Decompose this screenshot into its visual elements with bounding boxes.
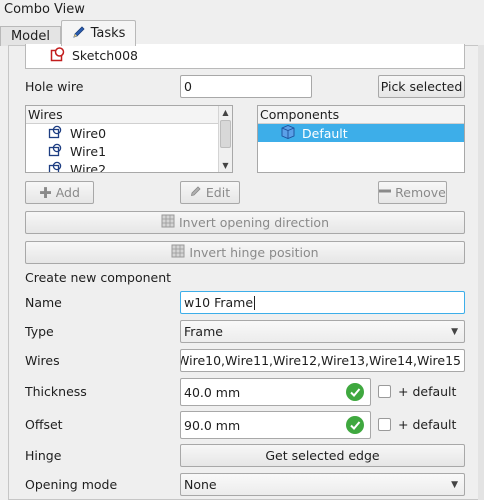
wires-label: Wires [25,353,60,368]
chevron-down-icon: ▼ [451,326,458,337]
invert-hinge-label: Invert hinge position [189,245,319,260]
thickness-input[interactable]: 40.0 mm [180,378,371,406]
thickness-default-checkbox[interactable] [378,385,391,398]
components-header: Components [258,106,464,124]
type-label: Type [25,324,54,339]
tab-model-label: Model [10,29,51,44]
wires-list[interactable]: Wires Wire0 Wire1 Wire2 ▲ ▼ [25,105,233,173]
add-button[interactable]: ✚ Add [25,181,94,204]
offset-label: Offset [25,417,63,432]
list-item[interactable]: Wire2 [26,160,232,173]
opening-mode-value: None [184,477,217,492]
thickness-label: Thickness [25,384,87,399]
wire-label: Wire2 [70,161,107,173]
tab-tasks-label: Tasks [90,26,126,41]
valid-check-icon [346,383,364,401]
wire-icon [48,143,64,160]
panel-scrollbar[interactable] [478,45,484,500]
scroll-up-icon[interactable]: ▲ [219,106,232,119]
wires-scrollbar[interactable]: ▲ ▼ [218,106,232,172]
wires-input[interactable]: 9,Wire10,Wire11,Wire12,Wire13,Wire14,Wir… [180,349,465,372]
sketch-list: Sketch008 [25,44,465,69]
type-select[interactable]: Frame ▼ [180,320,465,343]
chevron-down-icon: ▼ [451,479,458,490]
invert-hinge-button[interactable]: Invert hinge position [25,241,465,264]
invert-opening-label: Invert opening direction [179,215,329,230]
create-component-heading: Create new component [25,270,172,285]
minus-icon [379,185,392,200]
list-item[interactable]: Sketch008 [50,46,138,65]
scroll-thumb[interactable] [220,120,231,148]
opening-mode-select[interactable]: None ▼ [180,473,465,496]
list-item[interactable]: Default [258,124,464,142]
add-label: Add [55,185,80,200]
offset-default-label: + default [398,417,457,432]
grid-icon [161,214,175,231]
edit-button[interactable]: Edit [180,181,240,204]
tab-tasks[interactable]: Tasks [61,20,136,46]
text-cursor [254,295,256,310]
sketch-label: Sketch008 [72,48,138,63]
wire-label: Wire1 [70,143,107,159]
valid-check-icon [346,416,364,434]
opening-mode-label: Opening mode [25,477,118,492]
pick-selected-label: Pick selected [380,79,463,94]
sketch-icon [50,46,66,65]
type-value: Frame [184,324,223,339]
remove-label: Remove [395,185,446,200]
thickness-default-label: + default [398,384,457,399]
window-title: Combo View [4,2,85,17]
name-label: Name [25,295,62,310]
grid-icon [171,244,185,261]
hinge-label: Hinge [25,448,62,463]
hole-wire-input[interactable]: 0 [180,75,312,98]
hole-wire-label: Hole wire [25,79,84,94]
get-selected-edge-label: Get selected edge [265,448,380,463]
pencil-icon [72,25,86,43]
list-item[interactable]: Wire0 [26,124,232,142]
pick-selected-button[interactable]: Pick selected [378,75,465,98]
tab-model[interactable]: Model [0,26,61,46]
scroll-down-icon[interactable]: ▼ [219,159,232,172]
edit-label: Edit [205,185,231,200]
offset-input[interactable]: 90.0 mm [180,411,371,439]
plus-icon: ✚ [39,183,52,202]
remove-button[interactable]: Remove [378,181,447,204]
wire-label: Wire0 [70,125,107,141]
name-input[interactable]: w10 Frame [180,291,465,314]
get-selected-edge-button[interactable]: Get selected edge [180,444,465,467]
wire-icon [48,161,64,172]
components-list[interactable]: Components Default [257,105,465,173]
wires-header: Wires [26,106,232,124]
list-item[interactable]: Wire1 [26,142,232,160]
offset-default-checkbox[interactable] [378,418,391,431]
name-value: w10 Frame [184,295,254,310]
wire-icon [48,125,64,142]
invert-opening-button[interactable]: Invert opening direction [25,211,465,234]
edit-icon [190,185,202,200]
component-label: Default [302,125,348,141]
cube-icon [280,124,296,143]
